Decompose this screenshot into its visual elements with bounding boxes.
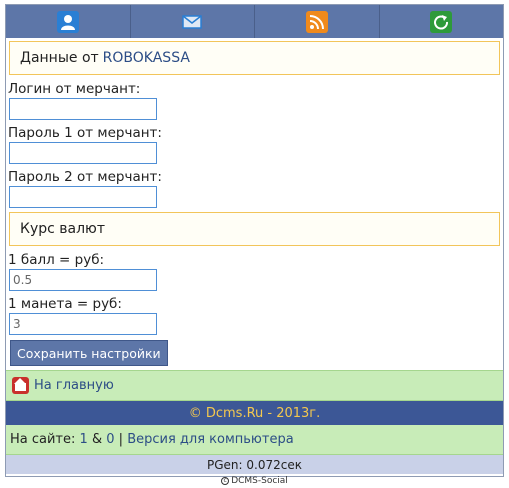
password1-label: Пароль 1 от мерчант: [8, 125, 162, 141]
home-link[interactable]: На главную [34, 378, 114, 393]
refresh-icon [430, 10, 453, 33]
pgen-bar: PGen: 0.072сек [6, 455, 503, 474]
login-label: Логин от мерчант: [8, 81, 141, 97]
rss-icon [305, 10, 328, 33]
nav-rss[interactable] [255, 5, 380, 38]
stats-separator: | [118, 432, 124, 447]
nav-refresh[interactable] [379, 5, 503, 38]
home-icon [12, 377, 29, 394]
password2-label: Пароль 2 от мерчант: [8, 169, 162, 185]
point-rate-input[interactable] [9, 269, 157, 291]
save-settings-button[interactable]: Сохранить настройки [10, 340, 168, 366]
copyright-icon: c [221, 477, 230, 485]
online-prefix: На сайте: [10, 432, 76, 447]
nav-mail[interactable] [130, 5, 255, 38]
social-text: DCMS-Social [231, 476, 288, 486]
top-nav [6, 5, 503, 38]
coin-rate-input[interactable] [9, 313, 157, 335]
online-amp: & [91, 432, 103, 447]
password1-input[interactable] [9, 142, 157, 164]
user-icon [56, 10, 79, 33]
copyright-text: © Dcms.Ru - 2013г. [188, 405, 321, 421]
point-rate-label: 1 балл = руб: [8, 252, 105, 268]
nav-profile[interactable] [6, 5, 131, 38]
desktop-version-link[interactable]: Версия для компьютера [127, 432, 293, 447]
mail-icon [181, 11, 203, 33]
pgen-text: PGen: 0.072сек [207, 457, 302, 472]
rates-heading-text: Курс валют [20, 221, 105, 237]
online-users-link[interactable]: 1 [80, 432, 88, 447]
home-bar: На главную [6, 370, 503, 401]
robokassa-heading: Данные от ROBOKASSA [9, 41, 500, 75]
social-credit: c DCMS-Social [6, 474, 503, 488]
rates-heading: Курс валют [9, 212, 500, 246]
coin-rate-label: 1 манета = руб: [8, 296, 122, 312]
page-frame: Данные от ROBOKASSA Логин от мерчант: Па… [5, 4, 504, 486]
copyright-bar: © Dcms.Ru - 2013г. [6, 401, 503, 425]
online-stats: На сайте: 1 & 0 | Версия для компьютера [6, 425, 503, 455]
online-guests-link[interactable]: 0 [106, 432, 114, 447]
password2-input[interactable] [9, 186, 157, 208]
robokassa-heading-accent: ROBOKASSA [102, 50, 190, 66]
robokassa-heading-prefix: Данные от [20, 50, 99, 66]
login-input[interactable] [9, 98, 157, 120]
